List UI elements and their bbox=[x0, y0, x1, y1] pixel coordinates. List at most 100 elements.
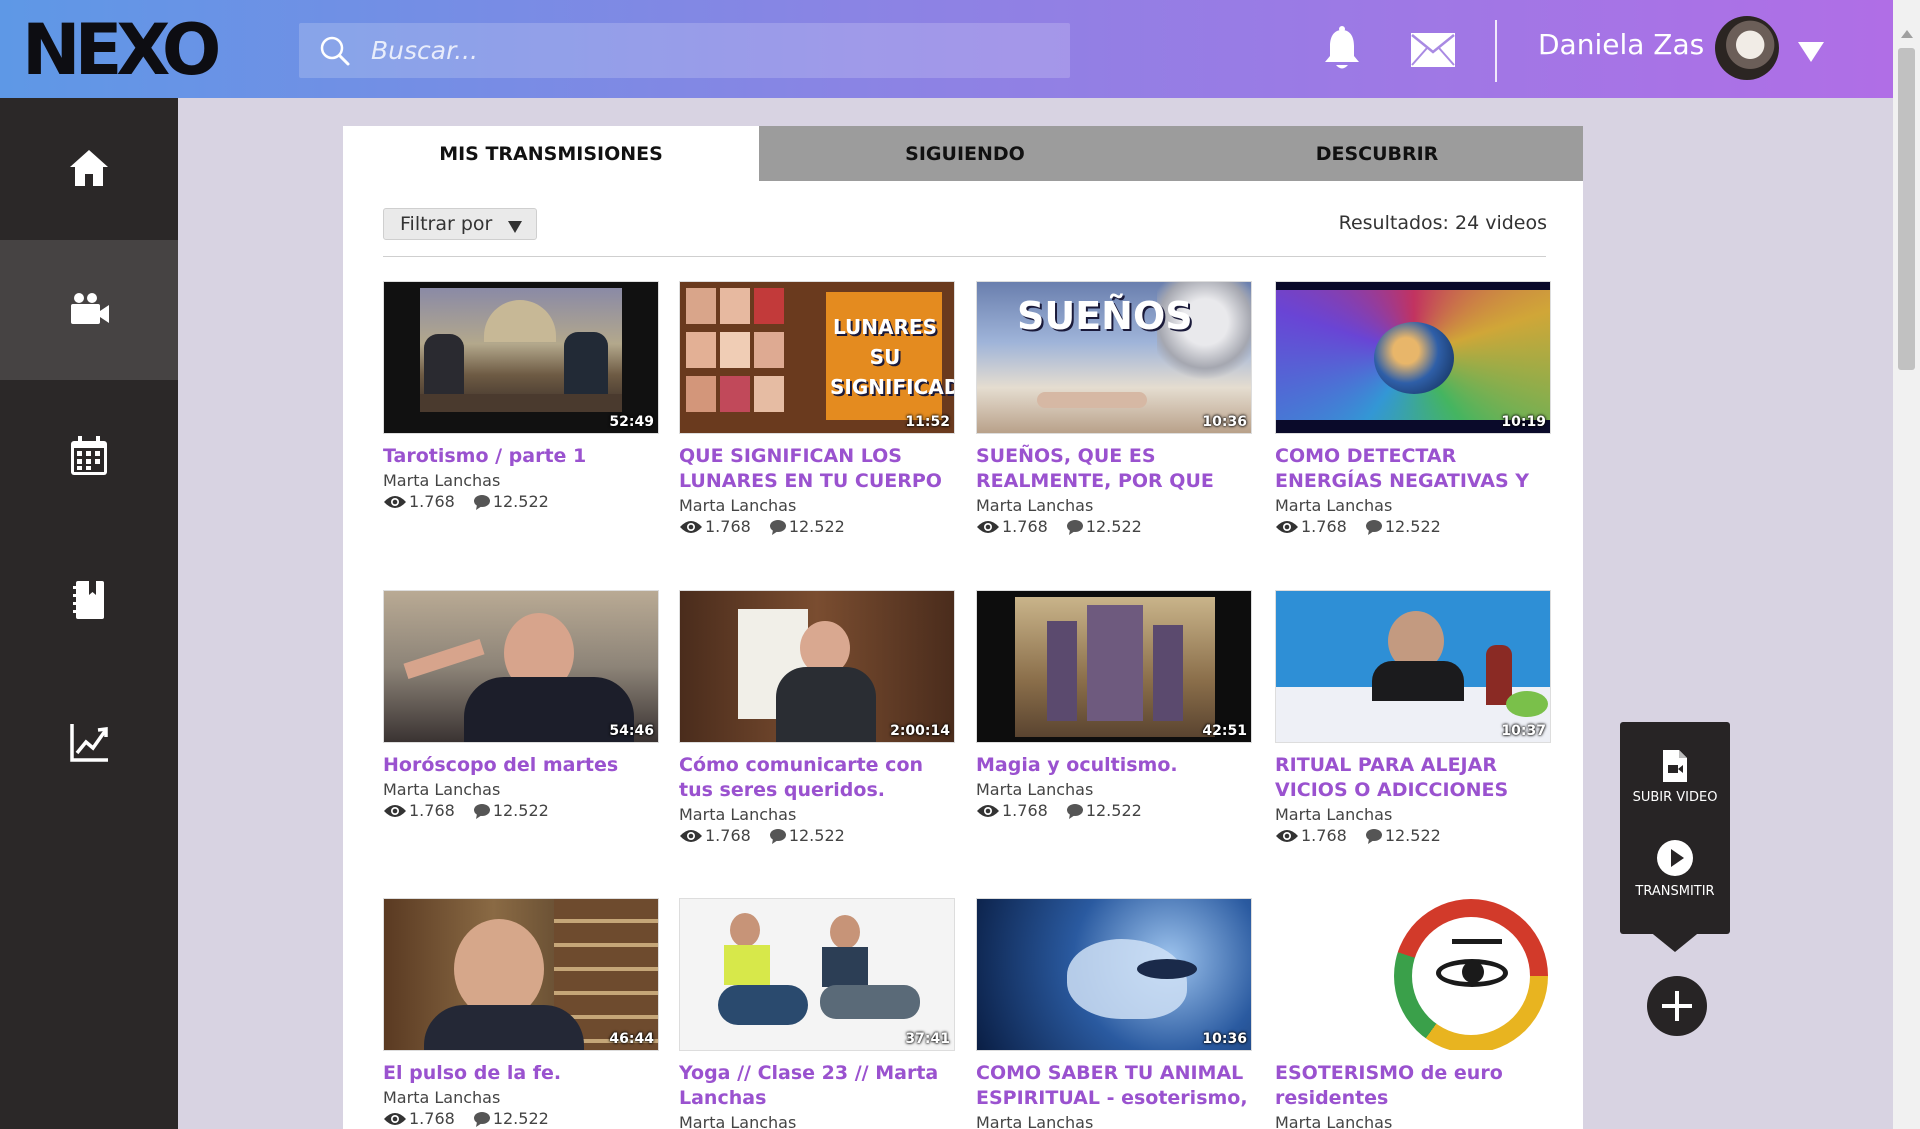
video-thumbnail[interactable]: 10:37 bbox=[1275, 590, 1551, 743]
video-title[interactable]: Tarotismo / parte 1 bbox=[383, 444, 659, 469]
video-channel[interactable]: Marta Lanchas bbox=[383, 780, 659, 799]
video-stats: 1.768 12.522 bbox=[383, 1109, 659, 1128]
video-stats: 1.768 12.522 bbox=[1275, 826, 1551, 845]
video-card[interactable]: 42:51 Magia y ocultismo. Marta Lanchas 1… bbox=[976, 590, 1252, 820]
chevron-down-icon[interactable] bbox=[1798, 42, 1824, 62]
video-channel[interactable]: Marta Lanchas bbox=[976, 1113, 1252, 1129]
sidebar bbox=[0, 98, 178, 1129]
upload-menu: SUBIR VIDEO TRANSMITIR bbox=[1620, 722, 1730, 934]
video-channel[interactable]: Marta Lanchas bbox=[976, 780, 1252, 799]
sidebar-item-transmisiones[interactable] bbox=[0, 240, 178, 380]
video-stats: 1.768 12.522 bbox=[1275, 517, 1551, 536]
video-card[interactable]: 10:36 COMO SABER TU ANIMAL ESPIRITUAL - … bbox=[976, 898, 1252, 1129]
stream-label: TRANSMITIR bbox=[1635, 884, 1715, 899]
video-thumbnail[interactable]: 42:51 bbox=[976, 590, 1252, 743]
page-scrollbar[interactable] bbox=[1893, 0, 1920, 1129]
video-channel[interactable]: Marta Lanchas bbox=[1275, 805, 1551, 824]
top-header: NEXO Daniela Zas bbox=[0, 0, 1893, 98]
video-title[interactable]: COMO SABER TU ANIMAL ESPIRITUAL - esoter… bbox=[976, 1061, 1252, 1111]
filter-dropdown[interactable]: Filtrar por bbox=[383, 208, 537, 240]
video-card[interactable]: 54:46 Horóscopo del martes Marta Lanchas… bbox=[383, 590, 659, 820]
video-title[interactable]: El pulso de la fe. bbox=[383, 1061, 659, 1086]
upload-menu-pointer bbox=[1648, 930, 1702, 952]
video-card[interactable]: 52:49 Tarotismo / parte 1 Marta Lanchas … bbox=[383, 281, 659, 511]
add-button[interactable] bbox=[1647, 976, 1707, 1036]
comment-icon bbox=[473, 494, 490, 510]
video-thumbnail[interactable]: 46:44 bbox=[383, 898, 659, 1051]
video-thumbnail[interactable]: 10:36 bbox=[976, 898, 1252, 1051]
video-title[interactable]: COMO DETECTAR ENERGÍAS NEGATIVAS Y COMO … bbox=[1275, 444, 1551, 494]
video-thumbnail[interactable]: 52:49 bbox=[383, 281, 659, 434]
video-channel[interactable]: Marta Lanchas bbox=[679, 496, 955, 515]
video-card[interactable]: LUNARES SU SIGNIFICADO 11:52 QUE SIGNIFI… bbox=[679, 281, 955, 536]
video-duration: 54:46 bbox=[609, 723, 654, 739]
eye-icon bbox=[680, 520, 702, 533]
video-card[interactable]: SUEÑOS 10:36 SUEÑOS, QUE ES REALMENTE, P… bbox=[976, 281, 1252, 536]
video-title[interactable]: Horóscopo del martes bbox=[383, 753, 659, 778]
bell-icon[interactable] bbox=[1322, 26, 1362, 72]
comment-icon bbox=[1066, 519, 1083, 535]
video-duration: 46:44 bbox=[609, 1031, 654, 1047]
video-title[interactable]: RITUAL PARA ALEJAR VICIOS O ADICCIONES bbox=[1275, 753, 1551, 803]
video-thumbnail[interactable]: LUNARES SU SIGNIFICADO 11:52 bbox=[679, 281, 955, 434]
video-thumbnail[interactable]: SUEÑOS 10:36 bbox=[976, 281, 1252, 434]
comment-count: 12.522 bbox=[788, 517, 845, 536]
home-icon bbox=[70, 150, 108, 186]
video-duration: 10:37 bbox=[1501, 723, 1546, 739]
upload-video-label: SUBIR VIDEO bbox=[1632, 790, 1718, 805]
video-channel[interactable]: Marta Lanchas bbox=[1275, 496, 1551, 515]
video-card[interactable]: 10:37 RITUAL PARA ALEJAR VICIOS O ADICCI… bbox=[1275, 590, 1551, 845]
upload-video-button[interactable]: SUBIR VIDEO bbox=[1620, 748, 1730, 805]
tab-siguiendo[interactable]: SIGUIENDO bbox=[759, 126, 1171, 181]
search-input[interactable] bbox=[371, 23, 1051, 78]
video-card[interactable]: ESOTERISMO de euro residentes Marta Lanc… bbox=[1275, 898, 1551, 1129]
video-title[interactable]: SUEÑOS, QUE ES REALMENTE, POR QUE SOÑAMO… bbox=[976, 444, 1252, 494]
video-thumbnail[interactable]: 10:19 bbox=[1275, 281, 1551, 434]
video-title[interactable]: Yoga // Clase 23 // Marta Lanchas bbox=[679, 1061, 955, 1111]
stream-button[interactable]: TRANSMITIR bbox=[1620, 838, 1730, 899]
video-channel[interactable]: Marta Lanchas bbox=[1275, 1113, 1551, 1129]
video-title[interactable]: ESOTERISMO de euro residentes bbox=[1275, 1061, 1551, 1111]
video-thumbnail[interactable]: 2:00:14 bbox=[679, 590, 955, 743]
video-channel[interactable]: Marta Lanchas bbox=[679, 805, 955, 824]
video-card[interactable]: 2:00:14 Cómo comunicarte con tus seres q… bbox=[679, 590, 955, 845]
scroll-up-arrow-icon[interactable] bbox=[1901, 30, 1913, 38]
divider bbox=[383, 256, 1546, 257]
video-channel[interactable]: Marta Lanchas bbox=[383, 471, 659, 490]
video-thumbnail[interactable]: 37:41 bbox=[679, 898, 955, 1051]
tab-bar: MIS TRANSMISIONES SIGUIENDO DESCUBRIR bbox=[343, 126, 1583, 181]
video-stats: 1.768 12.522 bbox=[383, 492, 659, 511]
tab-descubrir[interactable]: DESCUBRIR bbox=[1171, 126, 1583, 181]
scrollbar-thumb[interactable] bbox=[1898, 48, 1915, 370]
video-thumbnail[interactable] bbox=[1275, 898, 1551, 1051]
video-camera-icon bbox=[71, 293, 109, 324]
sidebar-item-home[interactable] bbox=[0, 98, 178, 238]
video-title[interactable]: Cómo comunicarte con tus seres queridos. bbox=[679, 753, 955, 803]
results-count: Resultados: 24 videos bbox=[1338, 212, 1547, 234]
tab-mis-transmisiones[interactable]: MIS TRANSMISIONES bbox=[343, 126, 759, 181]
video-thumbnail[interactable]: 54:46 bbox=[383, 590, 659, 743]
video-channel[interactable]: Marta Lanchas bbox=[383, 1088, 659, 1107]
eye-icon bbox=[384, 1112, 406, 1125]
comment-count: 12.522 bbox=[492, 801, 549, 820]
videos-panel: MIS TRANSMISIONES SIGUIENDO DESCUBRIR Fi… bbox=[343, 126, 1583, 1129]
user-name[interactable]: Daniela Zas bbox=[1538, 28, 1704, 61]
video-duration: 42:51 bbox=[1202, 723, 1247, 739]
sidebar-item-biblioteca[interactable] bbox=[0, 530, 178, 670]
sidebar-item-estadisticas[interactable] bbox=[0, 672, 178, 812]
video-stats: 1.768 12.522 bbox=[679, 826, 955, 845]
nexo-logo[interactable]: NEXO bbox=[22, 9, 254, 91]
avatar[interactable] bbox=[1715, 16, 1779, 80]
video-card[interactable]: 37:41 Yoga // Clase 23 // Marta Lanchas … bbox=[679, 898, 955, 1129]
video-card[interactable]: 10:19 COMO DETECTAR ENERGÍAS NEGATIVAS Y… bbox=[1275, 281, 1551, 536]
logo-text: NEXO bbox=[22, 9, 221, 91]
video-stats: 1.768 12.522 bbox=[976, 801, 1252, 820]
search-bar[interactable] bbox=[299, 23, 1070, 78]
video-channel[interactable]: Marta Lanchas bbox=[976, 496, 1252, 515]
video-channel[interactable]: Marta Lanchas bbox=[679, 1113, 955, 1129]
video-title[interactable]: Magia y ocultismo. bbox=[976, 753, 1252, 778]
sidebar-item-calendario[interactable] bbox=[0, 386, 178, 526]
mail-icon[interactable] bbox=[1410, 32, 1456, 68]
video-title[interactable]: QUE SIGNIFICAN LOS LUNARES EN TU CUERPO … bbox=[679, 444, 955, 494]
video-card[interactable]: 46:44 El pulso de la fe. Marta Lanchas 1… bbox=[383, 898, 659, 1128]
